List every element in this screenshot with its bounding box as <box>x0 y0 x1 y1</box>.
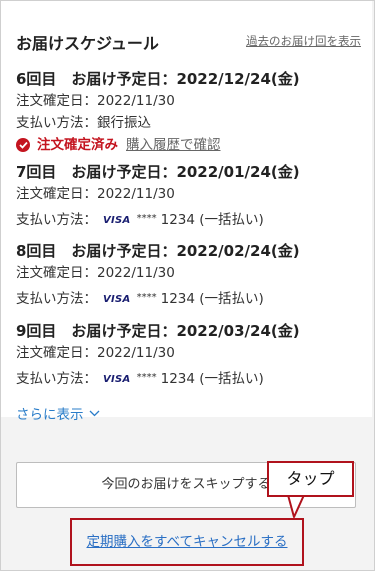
card-detail: 1234 (一括払い) <box>160 291 264 307</box>
cancel-subscription-link[interactable]: 定期購入をすべてキャンセルする <box>70 518 304 566</box>
annotation-arrow <box>287 492 305 518</box>
past-deliveries-link[interactable]: 過去のお届け回を表示 <box>246 33 361 49</box>
card-mask: **** <box>136 292 157 303</box>
tap-annotation-label: タップ <box>267 461 354 497</box>
payment-label: 支払い方法： <box>16 371 97 387</box>
visa-logo: VISA <box>103 215 131 226</box>
payment-method: 支払い方法： VISA **** 1234 (一括払い) <box>16 367 365 389</box>
section-title: お届けスケジュール <box>16 34 159 53</box>
check-circle-icon <box>16 138 30 152</box>
order-date: 注文確定日：2022/11/30 <box>16 265 175 281</box>
order-date: 注文確定日：2022/11/30 <box>16 93 175 109</box>
show-more-label: さらに表示 <box>16 407 84 423</box>
order-status: 注文確定済み 購入履歴で確認 <box>16 134 365 156</box>
status-label: 注文確定済み <box>37 137 118 153</box>
schedule-header: お届けスケジュール 過去のお届け回を表示 <box>16 30 361 53</box>
card-detail: 1234 (一括払い) <box>160 371 264 387</box>
delivery-item: 7回目 お届け予定日：2022/01/24(金) 注文確定日：2022/11/3… <box>16 161 365 230</box>
card-mask: **** <box>136 213 157 224</box>
delivery-title: 6回目 お届け予定日：2022/12/24(金) <box>16 70 300 88</box>
delivery-item: 6回目 お届け予定日：2022/12/24(金) 注文確定日：2022/11/3… <box>16 68 365 156</box>
payment-label: 支払い方法： <box>16 212 97 228</box>
delivery-title: 8回目 お届け予定日：2022/02/24(金) <box>16 242 300 260</box>
delivery-title: 9回目 お届け予定日：2022/03/24(金) <box>16 322 300 340</box>
show-more-link[interactable]: さらに表示 <box>16 403 100 423</box>
visa-logo: VISA <box>103 294 131 305</box>
purchase-history-link[interactable]: 購入履歴で確認 <box>126 134 221 156</box>
card-detail: 1234 (一括払い) <box>160 212 264 228</box>
delivery-title: 7回目 お届け予定日：2022/01/24(金) <box>16 163 300 181</box>
visa-logo: VISA <box>103 374 131 385</box>
payment-label: 支払い方法： <box>16 291 97 307</box>
payment-method: 支払い方法： VISA **** 1234 (一括払い) <box>16 287 365 309</box>
order-date: 注文確定日：2022/11/30 <box>16 345 175 361</box>
chevron-down-icon <box>89 410 99 416</box>
order-date: 注文確定日：2022/11/30 <box>16 186 175 202</box>
delivery-item: 9回目 お届け予定日：2022/03/24(金) 注文確定日：2022/11/3… <box>16 320 365 389</box>
card-mask: **** <box>136 372 157 383</box>
delivery-item: 8回目 お届け予定日：2022/02/24(金) 注文確定日：2022/11/3… <box>16 240 365 309</box>
payment-method: 支払い方法： VISA **** 1234 (一括払い) <box>16 208 365 230</box>
payment-method: 支払い方法：銀行振込 <box>16 115 151 131</box>
